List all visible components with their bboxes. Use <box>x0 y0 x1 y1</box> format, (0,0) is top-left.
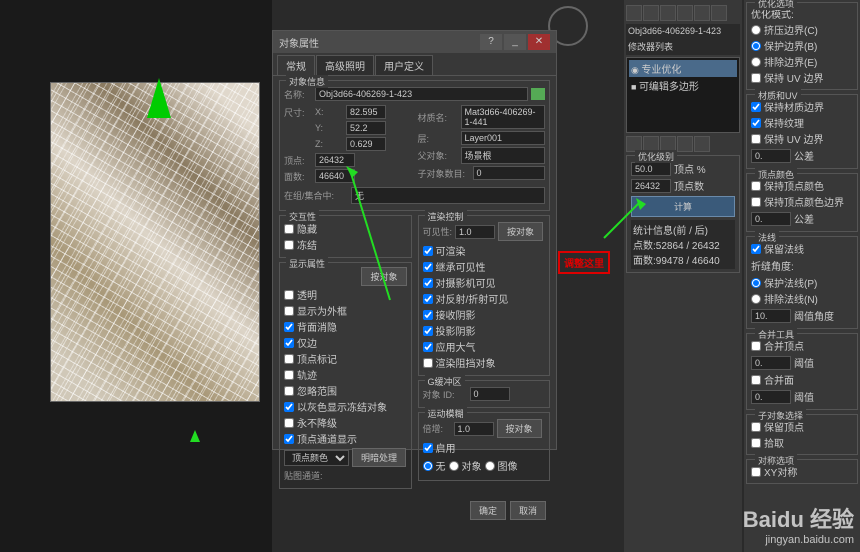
vertex-color-select[interactable]: 顶点颜色 <box>284 450 349 466</box>
close-icon[interactable]: ✕ <box>528 34 550 50</box>
mesh-preview[interactable] <box>50 82 260 402</box>
modify-icon[interactable] <box>643 5 659 21</box>
tab-adv-lighting[interactable]: 高级照明 <box>316 55 374 75</box>
modifier-item[interactable]: ◉ 专业优化 <box>629 60 737 77</box>
symmetry-group: 对称选项 XY对称 <box>746 459 858 484</box>
help-icon[interactable]: ? <box>480 34 502 50</box>
motion-icon[interactable] <box>677 5 693 21</box>
calculate-button[interactable]: 计算 <box>631 196 735 217</box>
object-info-group: 对象信息 名称:Obj3d66-406269-1-423 尺寸:X:82.595… <box>279 80 550 211</box>
utilities-icon[interactable] <box>711 5 727 21</box>
mesh-wireframe <box>51 83 259 401</box>
tab-user-defined[interactable]: 用户定义 <box>375 55 433 75</box>
viewport <box>0 0 272 552</box>
normals-group: 法线 保留法线 折缝角度: 保护法线(P) 排除法线(N) 10.阈值角度 <box>746 236 858 329</box>
optimization-options-group: 优化选项 优化模式: 挤压边界(C) 保护边界(B) 排除边界(E) 保持 UV… <box>746 2 858 90</box>
vertex-color-group: 顶点颜色 保持顶点颜色 保持顶点颜色边界 0.公差 <box>746 173 858 232</box>
sub-object-select-group: 子对象选择 保留顶点 拾取 <box>746 414 858 455</box>
modifier-panel: Obj3d66-406269-1-423 修改器列表 ◉ 专业优化 ■ 可编辑多… <box>624 0 742 552</box>
modifier-list-dropdown[interactable]: 修改器列表 <box>626 38 740 55</box>
stats-display: 统计信息(前 / 后) 点数:52864 / 26432 面数:99478 / … <box>631 220 735 269</box>
object-properties-dialog: 对象属性 ? _ ✕ 常规 高级照明 用户定义 对象信息 名称:Obj3d66-… <box>272 30 557 450</box>
ok-button[interactable]: 确定 <box>470 501 506 520</box>
tab-general[interactable]: 常规 <box>277 55 315 75</box>
modifier-item[interactable]: ■ 可编辑多边形 <box>629 77 737 94</box>
motion-blur-group: 运动模糊 倍增:1.0按对象 启用 无 对象 图像 <box>418 412 551 481</box>
optimization-level-group: 优化级别 50.0顶点 % 26432顶点数 计算 统计信息(前 / 后) 点数… <box>626 155 740 273</box>
minimize-icon[interactable]: _ <box>504 34 526 50</box>
watermark: Baidu 经验 jingyan.baidu.com <box>743 502 854 546</box>
material-uv-group: 材质和UV 保持材质边界 保持纹理 保持 UV 边界 0.公差 <box>746 94 858 169</box>
gbuffer-group: G缓冲区 对象 ID:0 <box>418 380 551 408</box>
selected-object-name[interactable]: Obj3d66-406269-1-423 <box>626 24 740 38</box>
annotation-callout: 调整这里 <box>558 251 610 274</box>
display-group: 显示属性 按对象 透明 显示为外框 背面消隐 仅边 顶点标记 轨迹 忽略范围 以… <box>279 262 412 489</box>
hierarchy-icon[interactable] <box>660 5 676 21</box>
hide-checkbox[interactable]: 隐藏 <box>284 221 407 236</box>
dialog-title: 对象属性 <box>279 35 319 50</box>
by-object-btn[interactable]: 按对象 <box>361 267 406 286</box>
cancel-button[interactable]: 取消 <box>510 501 546 520</box>
modifier-stack[interactable]: ◉ 专业优化 ■ 可编辑多边形 <box>626 57 740 133</box>
vertex-percent-input[interactable]: 50.0 <box>631 162 671 176</box>
merge-tools-group: 合并工具 合并顶点 0.阈值 合并面 0.阈值 <box>746 333 858 410</box>
freeze-checkbox[interactable]: 冻结 <box>284 237 407 252</box>
remove-icon[interactable] <box>677 136 693 152</box>
annotation-arrow-icon <box>190 430 200 442</box>
object-name: Obj3d66-406269-1-423 <box>315 87 528 101</box>
render-control-group: 渲染控制 可见性:1.0按对象 可渲染 继承可见性 对摄影机可见 对反射/折射可… <box>418 215 551 376</box>
dialog-tabs: 常规 高级照明 用户定义 <box>273 53 556 76</box>
display-icon[interactable] <box>694 5 710 21</box>
gizmo-arrow[interactable] <box>147 78 171 118</box>
dialog-titlebar[interactable]: 对象属性 ? _ ✕ <box>273 31 556 53</box>
configure-icon[interactable] <box>694 136 710 152</box>
options-panel: 优化选项 优化模式: 挤压边界(C) 保护边界(B) 排除边界(E) 保持 UV… <box>744 0 860 552</box>
vertex-count-input[interactable]: 26432 <box>631 179 671 193</box>
create-icon[interactable] <box>626 5 642 21</box>
interactivity-group: 交互性 隐藏 冻结 <box>279 215 412 258</box>
